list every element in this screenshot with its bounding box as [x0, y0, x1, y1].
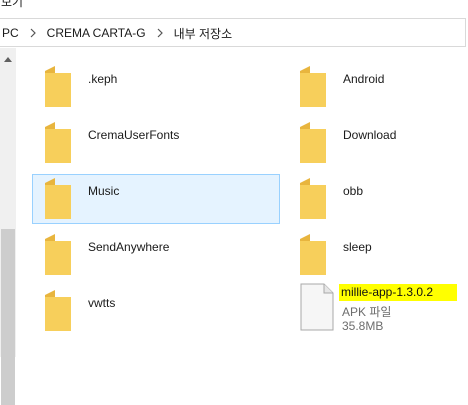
folder-icon	[300, 122, 326, 163]
file-size-label: 35.8MB	[342, 319, 384, 333]
folder-name: vwtts	[88, 296, 116, 310]
folder-item-music[interactable]: Music	[32, 174, 280, 234]
folder-item-cremauserfonts[interactable]: CremaUserFonts	[43, 121, 193, 178]
file-type-label: APK 파일	[342, 305, 392, 319]
breadcrumb: PC CREMA CARTA-G 내부 저장소	[0, 25, 234, 41]
chevron-right-icon[interactable]	[154, 26, 166, 40]
file-name-highlighted: millie-app-1.3.0.2	[339, 284, 457, 301]
breadcrumb-item-internal-storage[interactable]: 내부 저장소	[172, 25, 235, 42]
folder-icon	[300, 66, 326, 107]
folder-icon	[45, 290, 71, 331]
breadcrumb-item-pc[interactable]: PC	[0, 26, 21, 40]
chevron-right-icon[interactable]	[27, 26, 39, 40]
folder-icon	[45, 66, 71, 107]
folder-name: .keph	[88, 72, 118, 86]
folder-item-sleep[interactable]: sleep	[298, 233, 418, 290]
folder-name: CremaUserFonts	[88, 128, 180, 142]
folder-item-sendanywhere[interactable]: SendAnywhere	[43, 233, 193, 290]
folder-icon	[45, 178, 71, 219]
window-top-strip: 보기	[0, 0, 468, 18]
folder-icon	[300, 234, 326, 275]
folder-icon	[45, 122, 71, 163]
folder-icon	[45, 234, 71, 275]
file-icon	[300, 283, 334, 331]
folder-item-download[interactable]: Download	[298, 121, 418, 178]
folder-item-keph[interactable]: .keph	[43, 65, 163, 122]
folder-item-vwtts[interactable]: vwtts	[43, 289, 163, 346]
folder-name: Music	[88, 184, 120, 198]
folder-name: sleep	[343, 240, 372, 254]
folder-item-android[interactable]: Android	[298, 65, 418, 122]
folder-name: SendAnywhere	[88, 240, 170, 254]
navigation-pane-scrollbar[interactable]	[0, 48, 16, 405]
view-menu-label[interactable]: 보기	[1, 0, 23, 10]
breadcrumb-item-device[interactable]: CREMA CARTA-G	[45, 26, 148, 40]
scrollbar-thumb[interactable]	[1, 229, 15, 405]
scroll-up-arrow-icon[interactable]	[4, 56, 12, 62]
folder-icon	[300, 178, 326, 219]
folder-name: Download	[343, 128, 397, 142]
folder-name: obb	[343, 184, 364, 198]
folder-name: Android	[343, 72, 385, 86]
folder-item-obb[interactable]: obb	[298, 177, 418, 234]
address-bar[interactable]: PC CREMA CARTA-G 내부 저장소	[0, 18, 466, 47]
